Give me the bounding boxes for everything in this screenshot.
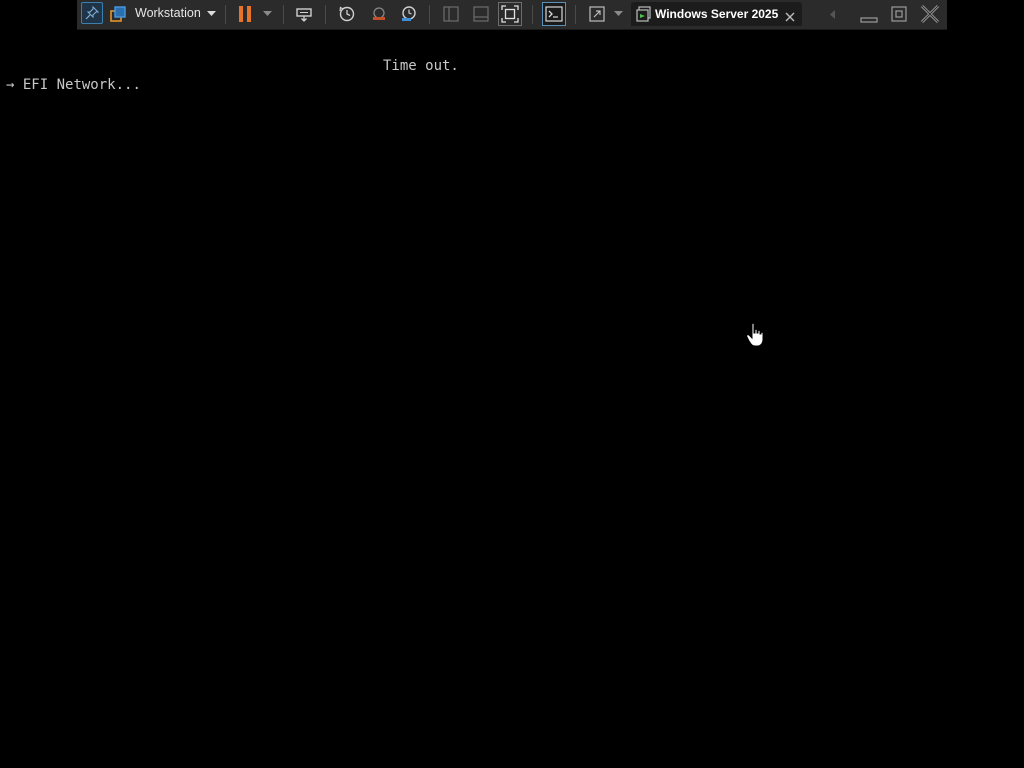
timeout-message: Time out. — [383, 58, 459, 74]
vm-console-screen[interactable]: Time out. → EFI Network... — [0, 0, 1024, 768]
boot-entry-label: EFI Network... — [22, 77, 141, 93]
hand-cursor-icon — [746, 322, 764, 352]
boot-entry-arrow: → — [6, 77, 15, 93]
boot-entry-efi-network: → EFI Network... — [6, 77, 141, 93]
